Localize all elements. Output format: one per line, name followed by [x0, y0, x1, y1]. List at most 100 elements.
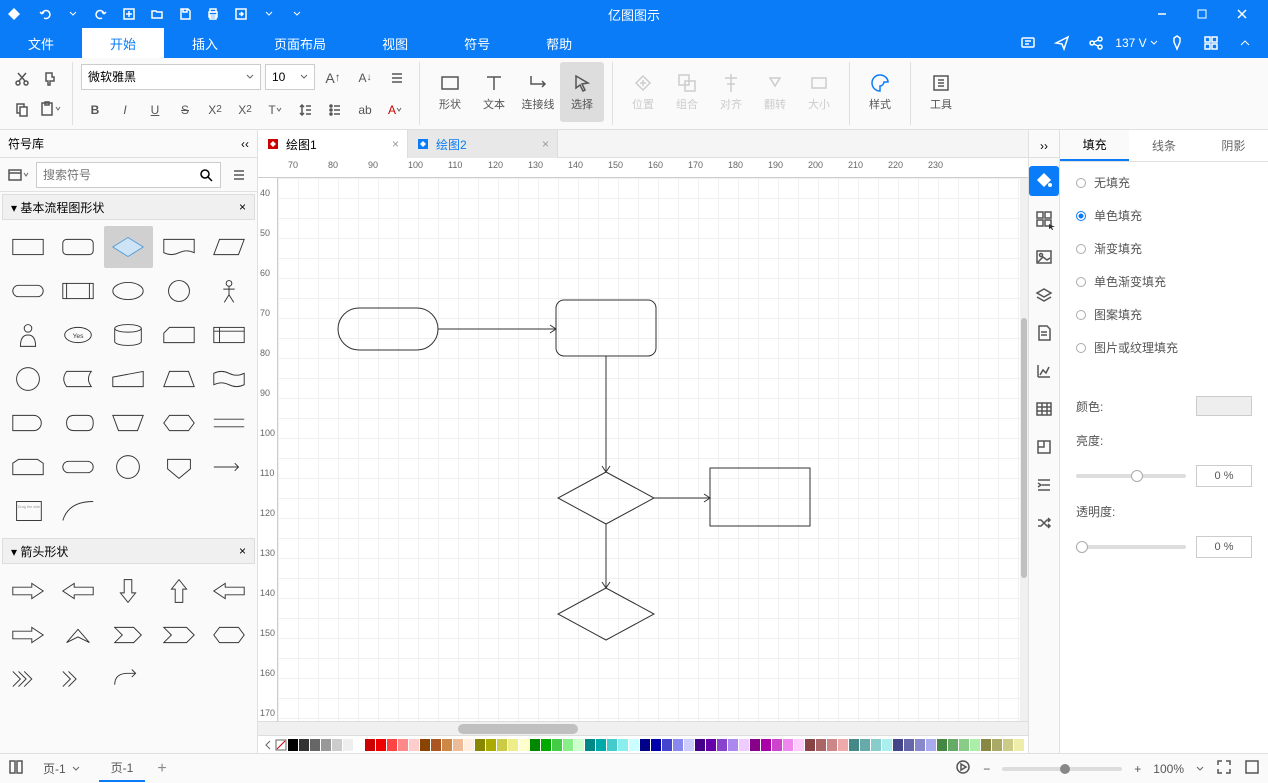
fullscreen[interactable]	[1244, 759, 1260, 778]
save-button[interactable]	[172, 1, 198, 27]
shape-curve[interactable]	[54, 490, 102, 532]
font-size-select[interactable]: 10	[265, 64, 315, 90]
radio-pattern-fill[interactable]: 图案填充	[1076, 306, 1252, 323]
position-tool[interactable]: 位置	[621, 62, 665, 122]
text-highlight-button[interactable]: ab	[351, 96, 379, 124]
bullet-list-button[interactable]	[321, 96, 349, 124]
shape-process[interactable]	[4, 226, 52, 268]
shape-arrow-right[interactable]	[205, 446, 253, 488]
color-swatch[interactable]	[651, 739, 661, 751]
flowchart-connector[interactable]	[438, 325, 556, 333]
color-swatch[interactable]	[860, 739, 870, 751]
color-swatch[interactable]	[970, 739, 980, 751]
color-swatch[interactable]	[442, 739, 452, 751]
rotate-tool[interactable]: 翻转	[753, 62, 797, 122]
shape-ellipse[interactable]	[104, 270, 152, 312]
color-swatch[interactable]	[904, 739, 914, 751]
collapse-ribbon-icon[interactable]	[1230, 29, 1260, 57]
color-swatch[interactable]	[783, 739, 793, 751]
share-icon[interactable]	[1081, 29, 1111, 57]
presentation-mode[interactable]	[955, 759, 971, 778]
canvas[interactable]	[278, 178, 1020, 721]
strikethrough-button[interactable]: S	[171, 96, 199, 124]
theme-icon[interactable]	[1162, 29, 1192, 57]
apps-icon[interactable]	[1196, 29, 1226, 57]
palette-prev[interactable]	[262, 739, 274, 751]
color-swatch[interactable]	[937, 739, 947, 751]
color-picker[interactable]	[1196, 396, 1252, 416]
color-swatch[interactable]	[541, 739, 551, 751]
arrow-up[interactable]	[155, 570, 203, 612]
page-tab[interactable]: 页-1	[99, 755, 146, 782]
color-swatch[interactable]	[761, 739, 771, 751]
subscript-button[interactable]: X2	[231, 96, 259, 124]
color-swatch[interactable]	[464, 739, 474, 751]
color-swatch[interactable]	[794, 739, 804, 751]
radio-no-fill[interactable]: 无填充	[1076, 174, 1252, 191]
shape-terminator[interactable]	[4, 270, 52, 312]
flowchart-process2[interactable]	[710, 468, 810, 526]
shape-actor[interactable]	[205, 270, 253, 312]
arrow-left2[interactable]	[205, 570, 253, 612]
color-swatch[interactable]	[827, 739, 837, 751]
symbol-search-input[interactable]	[36, 162, 221, 188]
search-icon[interactable]	[198, 167, 214, 183]
close-tab-icon[interactable]: ×	[392, 137, 399, 151]
shape-database[interactable]	[104, 314, 152, 356]
qat-more[interactable]	[284, 1, 310, 27]
color-swatch[interactable]	[805, 739, 815, 751]
color-swatch[interactable]	[739, 739, 749, 751]
tab-insert[interactable]: 插入	[164, 28, 246, 58]
tab-start[interactable]: 开始	[82, 28, 164, 58]
superscript-button[interactable]: X2	[201, 96, 229, 124]
decrease-font-button[interactable]: A↓	[351, 64, 379, 92]
style-tool[interactable]: 样式	[858, 62, 902, 122]
color-swatch[interactable]	[673, 739, 683, 751]
paste-button[interactable]	[36, 95, 64, 123]
minimize-button[interactable]	[1144, 1, 1180, 27]
side-history-tool[interactable]	[1029, 432, 1059, 462]
doc-tab-2[interactable]: 绘图2 ×	[408, 130, 558, 158]
color-swatch[interactable]	[365, 739, 375, 751]
tab-file[interactable]: 文件	[0, 28, 82, 58]
print-button[interactable]	[200, 1, 226, 27]
shape-person[interactable]	[4, 314, 52, 356]
color-swatch[interactable]	[409, 739, 419, 751]
color-swatch[interactable]	[750, 739, 760, 751]
close-category-icon[interactable]: ×	[239, 200, 246, 214]
copy-button[interactable]	[8, 95, 36, 123]
zoom-value[interactable]: 100%	[1153, 762, 1184, 776]
tab-help[interactable]: 帮助	[518, 28, 600, 58]
add-page-button[interactable]: +	[157, 760, 166, 778]
color-swatch[interactable]	[1014, 739, 1024, 751]
color-swatch[interactable]	[926, 739, 936, 751]
color-swatch[interactable]	[662, 739, 672, 751]
color-swatch[interactable]	[838, 739, 848, 751]
side-fill-tool[interactable]	[1029, 166, 1059, 196]
flowchart-process[interactable]	[556, 300, 656, 356]
tools-button[interactable]: 工具	[919, 62, 963, 122]
color-swatch[interactable]	[563, 739, 573, 751]
color-swatch[interactable]	[530, 739, 540, 751]
color-swatch[interactable]	[882, 739, 892, 751]
brightness-spinner[interactable]: 0 %	[1196, 465, 1252, 487]
shape-preparation[interactable]	[155, 402, 203, 444]
collapse-symbol-panel[interactable]: ‹‹	[241, 137, 249, 151]
color-swatch[interactable]	[519, 739, 529, 751]
color-swatch[interactable]	[310, 739, 320, 751]
color-swatch[interactable]	[596, 739, 606, 751]
shape-circle[interactable]	[155, 270, 203, 312]
shape-annotation[interactable]: Drag the side	[4, 490, 52, 532]
color-swatch[interactable]	[717, 739, 727, 751]
color-swatch[interactable]	[354, 739, 364, 751]
radio-gradient-fill[interactable]: 渐变填充	[1076, 240, 1252, 257]
font-color-button[interactable]: A	[381, 96, 409, 124]
color-swatch[interactable]	[574, 739, 584, 751]
side-page-tool[interactable]	[1029, 318, 1059, 348]
color-swatch[interactable]	[706, 739, 716, 751]
arrow-stripe2[interactable]	[54, 658, 102, 700]
connector-tool[interactable]: 连接线	[516, 62, 560, 122]
close-category-icon[interactable]: ×	[239, 544, 246, 558]
props-tab-shadow[interactable]: 阴影	[1199, 130, 1268, 161]
collapse-props-icon[interactable]: ››	[1029, 134, 1059, 158]
